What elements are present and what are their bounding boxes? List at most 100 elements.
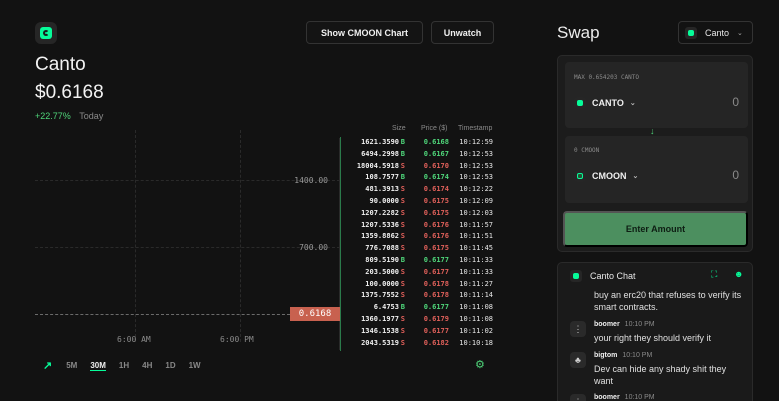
- trade-timestamp: 10:11:08: [459, 303, 493, 312]
- show-cmoon-chart-button[interactable]: Show CMOON Chart: [306, 21, 423, 44]
- trade-size: 1360.1977: [361, 315, 399, 323]
- trade-size: 100.0000: [365, 279, 399, 288]
- gear-icon[interactable]: ⚙: [475, 358, 485, 371]
- trade-size: 809.5190: [365, 256, 399, 264]
- chat-username[interactable]: boomer: [594, 321, 620, 328]
- trade-side: S: [400, 291, 405, 300]
- avatar[interactable]: ⋮: [570, 394, 586, 401]
- table-row: 18004.5918 S 0.6170 10:12:53: [345, 162, 495, 173]
- from-token-selector[interactable]: CANTO ⌄: [574, 97, 636, 109]
- to-balance-label: 0 CMOON: [574, 147, 600, 154]
- trade-size: 2043.5319: [361, 338, 399, 347]
- table-row: 90.0000 S 0.6175 10:12:09: [345, 197, 495, 208]
- trade-size: 6494.2998: [361, 149, 399, 158]
- avatar[interactable]: ⋮: [570, 321, 586, 337]
- timeframe-1w[interactable]: 1W: [189, 361, 201, 370]
- users-icon[interactable]: ☻: [734, 269, 743, 279]
- trade-side: S: [400, 315, 405, 323]
- expand-icon[interactable]: ⛶: [711, 269, 717, 280]
- trade-size: 481.3913: [365, 185, 399, 194]
- table-row: 1346.1538 S 0.6177 10:11:02: [345, 327, 495, 338]
- from-amount-input[interactable]: 0: [732, 95, 739, 109]
- trade-timestamp: 10:12:53: [459, 161, 493, 170]
- trade-timestamp: 10:11:33: [459, 267, 493, 276]
- order-book-header-timestamp: Timestamp: [458, 125, 493, 132]
- chat-message-text: buy an erc20 that refuses to verify its …: [594, 290, 742, 312]
- table-row: 2043.5319 S 0.6182 10:10:18: [345, 339, 495, 350]
- trade-timestamp: 10:11:14: [459, 291, 493, 300]
- trade-size: 1207.5336: [361, 220, 399, 229]
- token-name: Canto: [35, 54, 86, 75]
- trade-side: B: [400, 256, 405, 264]
- enter-amount-button[interactable]: Enter Amount: [563, 211, 748, 247]
- max-balance-label[interactable]: MAX 0.654203 CANTO: [574, 74, 639, 81]
- trade-size: 1359.8862: [361, 232, 399, 241]
- chevron-down-icon: ⌄: [737, 29, 743, 37]
- trade-timestamp: 10:12:09: [459, 197, 493, 205]
- price-change-percent: +22.77%: [35, 111, 71, 121]
- grid-line: [135, 130, 136, 342]
- trade-side: S: [400, 197, 405, 205]
- trade-side: S: [400, 208, 405, 217]
- trade-price: 0.6177: [423, 256, 449, 264]
- table-row: 776.7088 S 0.6175 10:11:45: [345, 244, 495, 255]
- trade-timestamp: 10:11:51: [459, 232, 493, 241]
- line-chart-icon[interactable]: ↗: [43, 359, 52, 372]
- chat-username[interactable]: bigtom: [594, 352, 617, 359]
- trade-size: 1346.1538: [361, 326, 399, 335]
- grid-line: [240, 130, 241, 342]
- trade-price: 0.6177: [423, 326, 449, 335]
- trade-size: 90.0000: [369, 197, 399, 205]
- timeframe-4h[interactable]: 4H: [142, 361, 152, 370]
- price-chart[interactable]: 1400.00 700.00 0.6168 6:00 AM 6:00 PM: [35, 130, 340, 350]
- trade-price: 0.6174: [423, 173, 449, 182]
- trade-price: 0.6178: [423, 291, 449, 300]
- trade-side: S: [400, 232, 405, 241]
- trade-timestamp: 10:11:27: [459, 279, 493, 288]
- trade-timestamp: 10:12:03: [459, 208, 493, 217]
- network-selector[interactable]: Canto ⌄: [678, 21, 753, 44]
- trade-side: S: [400, 161, 405, 170]
- to-token-label: CMOON: [592, 171, 627, 181]
- token-price: $0.6168: [35, 82, 104, 103]
- table-row: 6494.2998 B 0.6167 10:12:53: [345, 150, 495, 161]
- trade-side: S: [400, 338, 405, 347]
- chat-panel: Canto Chat ⛶ ☻ buy an erc20 that refuses…: [557, 262, 753, 401]
- trade-side: B: [400, 149, 405, 158]
- arrow-down-icon[interactable]: ↓: [650, 126, 655, 136]
- table-row: 1207.5336 S 0.6176 10:11:57: [345, 221, 495, 232]
- swap-to-box: 0 CMOON CMOON ⌄ 0: [565, 136, 748, 203]
- trade-timestamp: 10:12:53: [459, 173, 493, 182]
- trade-timestamp: 10:10:18: [459, 338, 493, 347]
- y-tick-label: 700.00: [299, 243, 328, 252]
- canto-logo-icon: [35, 22, 57, 44]
- timeframe-5m[interactable]: 5M: [66, 361, 77, 370]
- trade-side: S: [400, 244, 405, 253]
- table-row: 1621.3590 B 0.6168 10:12:59: [345, 138, 495, 149]
- trade-price: 0.6178: [423, 279, 449, 288]
- chat-username[interactable]: boomer: [594, 394, 620, 401]
- trade-price: 0.6175: [423, 208, 449, 217]
- table-row: 1207.2282 S 0.6175 10:12:03: [345, 209, 495, 220]
- trade-size: 108.7577: [365, 173, 399, 182]
- chat-user: boomer 10:10 PM: [594, 321, 655, 328]
- table-row: 809.5190 B 0.6177 10:11:33: [345, 256, 495, 267]
- trade-price: 0.6179: [423, 315, 449, 323]
- timeframe-bar: ↗ 5M 30M 1H 4H 1D 1W: [43, 359, 214, 372]
- table-row: 6.4753 B 0.6177 10:11:08: [345, 303, 495, 314]
- trade-side: S: [400, 326, 405, 335]
- timeframe-1d[interactable]: 1D: [165, 361, 175, 370]
- to-token-selector[interactable]: CMOON ⌄: [574, 170, 638, 182]
- order-book-divider: [340, 137, 341, 351]
- trade-side: S: [400, 220, 405, 229]
- timeframe-30m[interactable]: 30M: [90, 361, 106, 371]
- avatar[interactable]: ♣: [570, 352, 586, 368]
- table-row: 108.7577 B 0.6174 10:12:53: [345, 173, 495, 184]
- unwatch-button[interactable]: Unwatch: [431, 21, 494, 44]
- trade-price: 0.6182: [423, 338, 449, 347]
- y-tick-label: 1400.00: [294, 176, 328, 185]
- timeframe-1h[interactable]: 1H: [119, 361, 129, 370]
- trade-price: 0.6176: [423, 220, 449, 229]
- to-amount-input[interactable]: 0: [732, 168, 739, 182]
- trade-timestamp: 10:11:33: [459, 256, 493, 264]
